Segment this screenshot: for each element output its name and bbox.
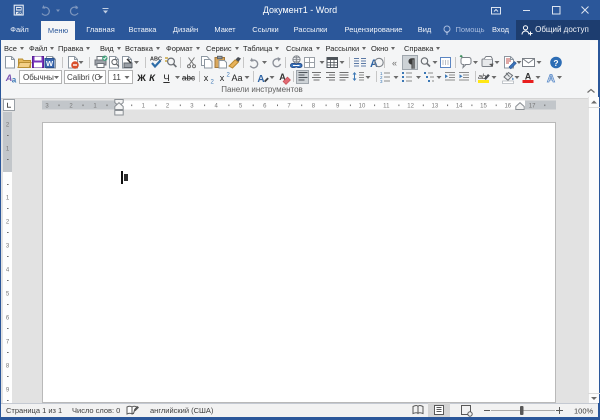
- svg-text:А: А: [257, 74, 264, 85]
- svg-text:Обычны: Обычны: [23, 73, 54, 82]
- svg-text:Ж: Ж: [136, 73, 146, 84]
- svg-text:Calibri (О: Calibri (О: [67, 73, 101, 82]
- svg-text:а: а: [12, 76, 17, 85]
- svg-text:11: 11: [383, 104, 390, 110]
- svg-text:11: 11: [113, 73, 122, 82]
- svg-text:100%: 100%: [574, 407, 594, 416]
- svg-text:abc: abc: [182, 74, 195, 83]
- svg-text:12: 12: [407, 104, 414, 110]
- svg-text:Ч: Ч: [163, 73, 169, 84]
- svg-text:?: ?: [553, 58, 558, 68]
- svg-text:15: 15: [480, 104, 487, 110]
- svg-text:К: К: [149, 73, 156, 84]
- svg-text:13: 13: [432, 104, 439, 110]
- svg-text:А: А: [547, 73, 555, 85]
- svg-text:x: x: [220, 73, 225, 83]
- svg-text:«: «: [392, 58, 397, 68]
- svg-text:ab: ab: [478, 74, 486, 81]
- svg-text:3: 3: [380, 79, 383, 84]
- svg-text:14: 14: [456, 104, 463, 110]
- svg-text:x: x: [204, 73, 209, 83]
- svg-text:Aa: Aa: [231, 73, 242, 83]
- svg-text:10: 10: [359, 104, 366, 110]
- svg-text:2: 2: [227, 73, 231, 79]
- svg-text:А: А: [370, 58, 378, 70]
- svg-text:17: 17: [529, 104, 536, 110]
- svg-text:16: 16: [504, 104, 511, 110]
- svg-text:W: W: [46, 59, 54, 68]
